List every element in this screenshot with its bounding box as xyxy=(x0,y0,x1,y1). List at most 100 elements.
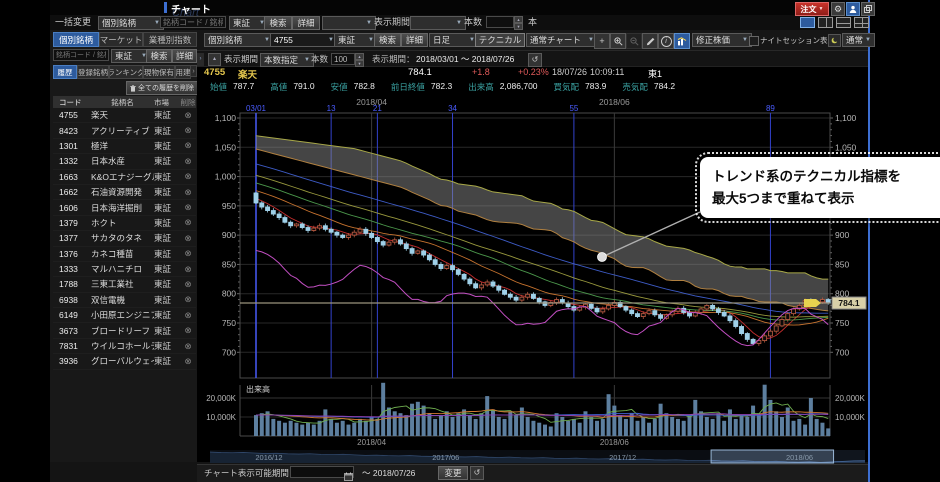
delete-row-icon[interactable]: ⊗ xyxy=(180,156,196,167)
chart-exchange-value: 東証 xyxy=(338,34,355,46)
delete-row-icon[interactable]: ⊗ xyxy=(180,264,196,275)
global-category-dropdown[interactable]: 個別銘柄▼ xyxy=(98,16,164,30)
timeframe-dropdown[interactable]: 日足▼ xyxy=(429,33,479,47)
global-period-dropdown[interactable]: ▼ xyxy=(410,16,466,30)
delete-row-icon[interactable]: ⊗ xyxy=(180,248,196,259)
zoom-out-button[interactable] xyxy=(626,33,642,49)
sidebar-list-tab-history[interactable]: 履歴 xyxy=(53,65,77,79)
chart-code-combo[interactable]: 4755▼ xyxy=(270,33,338,47)
chart-settings-button[interactable] xyxy=(674,33,690,49)
settings-button[interactable]: ⚙ xyxy=(831,2,845,16)
table-row[interactable]: 1662石油資源開発東証⊗ xyxy=(53,185,196,200)
table-row[interactable]: 1332日本水産東証⊗ xyxy=(53,154,196,169)
table-row[interactable]: 1663K&Oエナジーグループ東証⊗ xyxy=(53,170,196,185)
delete-row-icon[interactable]: ⊗ xyxy=(180,294,196,305)
global-count-spinner[interactable]: ▴▾ xyxy=(514,16,523,28)
global-search-button[interactable]: 検索 xyxy=(264,16,292,30)
table-row[interactable]: 1333マルハニチロ東証⊗ xyxy=(53,262,196,277)
delete-row-icon[interactable]: ⊗ xyxy=(180,187,196,198)
delete-row-icon[interactable]: ⊗ xyxy=(180,217,196,228)
layout-two-vertical-button[interactable] xyxy=(818,17,833,28)
chart-exchange-dropdown[interactable]: 東証▼ xyxy=(334,33,378,47)
range-reset-button[interactable]: ↺ xyxy=(528,53,542,67)
delete-row-icon[interactable]: ⊗ xyxy=(180,341,196,352)
add-indicator-button[interactable]: + xyxy=(594,33,610,49)
delete-all-history-button[interactable]: 全ての履歴を削除 xyxy=(126,81,198,95)
order-button[interactable]: 注文 ▼ xyxy=(795,2,829,16)
tab-scroll-right-button[interactable]: › xyxy=(190,65,197,77)
table-row[interactable]: 4755楽天東証⊗ xyxy=(53,108,196,123)
layout-single-button[interactable] xyxy=(800,17,815,28)
info-button[interactable]: i xyxy=(658,33,674,49)
period-reset-button[interactable]: ↺ xyxy=(470,466,484,480)
sidebar-symbol-input[interactable] xyxy=(53,49,109,61)
night-session-button[interactable] xyxy=(828,34,841,47)
table-row[interactable]: 1377サカタのタネ東証⊗ xyxy=(53,231,196,246)
delete-row-icon[interactable]: ⊗ xyxy=(180,110,196,121)
layout-two-horizontal-button[interactable] xyxy=(836,17,851,28)
global-detail-button[interactable]: 詳細 xyxy=(292,16,320,30)
stock-name: ホクト xyxy=(91,217,154,229)
sidebar-exchange-dropdown[interactable]: 東証▼ xyxy=(111,49,151,63)
sidebar-search-button[interactable]: 検索 xyxy=(146,49,172,63)
sidebar-list-tab-ranking[interactable]: ランキング xyxy=(109,65,143,79)
sidebar-list-tab-holdings[interactable]: 現物保有 xyxy=(143,65,175,79)
technical-button[interactable]: テクニカル xyxy=(475,33,525,47)
table-row[interactable]: 1788三東工業社東証⊗ xyxy=(53,277,196,292)
count-spinner[interactable]: ▴▾ xyxy=(355,53,364,65)
sidebar-tab-market[interactable]: マーケット xyxy=(99,32,143,47)
sidebar-tab-sector[interactable]: 業種別指数 xyxy=(143,32,197,47)
global-exchange-dropdown[interactable]: 東証▼ xyxy=(229,16,269,30)
table-row[interactable]: 1606日本海洋掘削東証⊗ xyxy=(53,200,196,215)
stat-value: 791.0 xyxy=(293,81,314,93)
delete-row-icon[interactable]: ⊗ xyxy=(180,125,196,136)
chart-detail-button[interactable]: 詳細 xyxy=(401,33,428,47)
toolbar-collapse-button[interactable]: ▴ xyxy=(208,53,221,66)
spin-down-icon[interactable]: ▾ xyxy=(355,60,364,67)
table-row[interactable]: 3673ブロードリーフ東証⊗ xyxy=(53,323,196,338)
user-button[interactable] xyxy=(846,2,860,16)
global-count-input[interactable] xyxy=(486,16,514,28)
night-session-checkbox[interactable] xyxy=(749,36,759,46)
chart-search-button[interactable]: 検索 xyxy=(374,33,401,47)
table-row[interactable]: 7831ウイルコホールディングス東証⊗ xyxy=(53,339,196,354)
chart-type-dropdown[interactable]: 通常チャート▼ xyxy=(526,33,598,47)
table-row[interactable]: 1379ホクト東証⊗ xyxy=(53,216,196,231)
apply-period-button[interactable]: 変更 xyxy=(438,466,468,480)
spin-up-icon[interactable]: ▴ xyxy=(514,16,523,23)
spin-down-icon[interactable]: ▾ xyxy=(514,23,523,30)
table-row[interactable]: 3936グローバルウェイ東証⊗ xyxy=(53,354,196,369)
global-empty-dropdown-1[interactable]: ▼ xyxy=(322,16,376,30)
session-dropdown[interactable]: 通常▼ xyxy=(842,33,875,47)
count-input[interactable] xyxy=(331,53,355,65)
table-row[interactable]: 6149小田原エンジニアリング東証⊗ xyxy=(53,308,196,323)
calendar-button[interactable] xyxy=(344,468,353,477)
draw-button[interactable] xyxy=(642,33,658,49)
popout-button[interactable] xyxy=(861,2,875,16)
table-row[interactable]: 1376カネコ種苗東証⊗ xyxy=(53,247,196,262)
table-row[interactable]: 8423アクリーティブ東証⊗ xyxy=(53,123,196,138)
delete-row-icon[interactable]: ⊗ xyxy=(180,310,196,321)
table-row[interactable]: 6938双信電機東証⊗ xyxy=(53,293,196,308)
delete-row-icon[interactable]: ⊗ xyxy=(180,356,196,367)
zoom-in-icon xyxy=(614,37,623,46)
sidebar-list-tab-registered[interactable]: 登録銘柄 xyxy=(77,65,109,79)
sidebar-tab-individual[interactable]: 個別銘柄 xyxy=(53,32,99,47)
sidebar-list-tab-margin[interactable]: 信用建玉 xyxy=(175,65,191,79)
delete-row-icon[interactable]: ⊗ xyxy=(180,140,196,151)
delete-row-icon[interactable]: ⊗ xyxy=(180,279,196,290)
zoom-in-button[interactable] xyxy=(610,33,626,49)
table-row[interactable]: 1301極洋東証⊗ xyxy=(53,139,196,154)
delete-row-icon[interactable]: ⊗ xyxy=(180,171,196,182)
delete-row-icon[interactable]: ⊗ xyxy=(180,233,196,244)
sidebar-collapse-handle[interactable]: › xyxy=(197,53,204,66)
delete-row-icon[interactable]: ⊗ xyxy=(180,202,196,213)
adjusted-price-dropdown[interactable]: 修正株価▼ xyxy=(692,33,752,47)
spin-up-icon[interactable]: ▴ xyxy=(355,53,364,60)
delete-row-icon[interactable]: ⊗ xyxy=(180,325,196,336)
chart-category-dropdown[interactable]: 個別銘柄▼ xyxy=(204,33,274,47)
quote-market: 東1 xyxy=(648,67,662,80)
layout-grid-button[interactable] xyxy=(854,17,869,28)
period-mode-dropdown[interactable]: 本数指定▼ xyxy=(260,53,314,67)
sidebar-detail-button[interactable]: 詳細 xyxy=(172,49,197,63)
